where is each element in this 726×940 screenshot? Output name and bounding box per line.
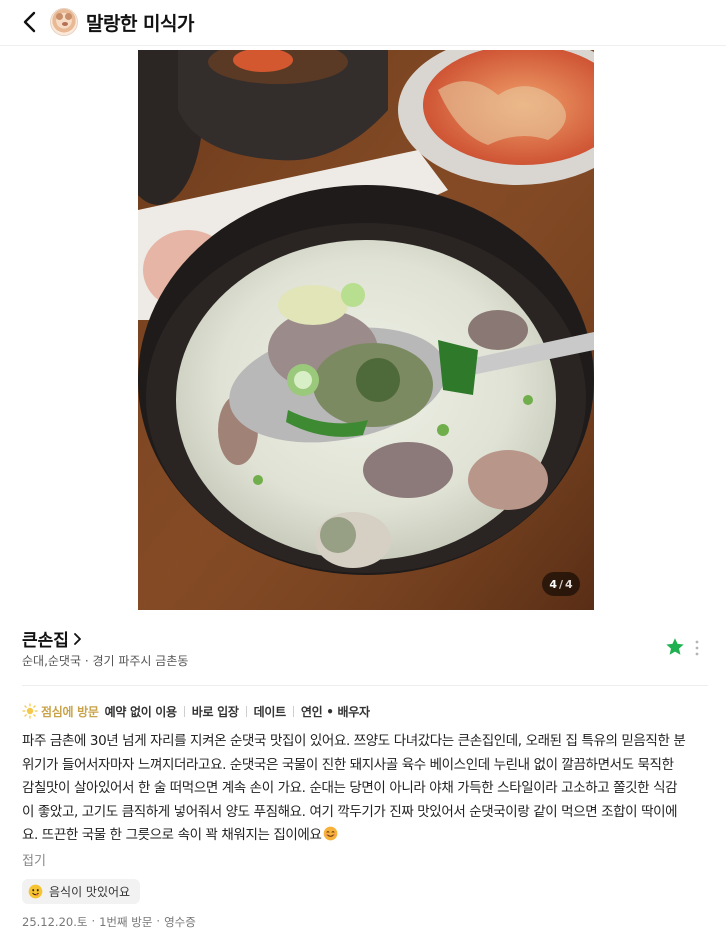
visit-count: 1번째 방문 xyxy=(99,915,153,929)
tag-divider xyxy=(292,705,294,717)
visit-footer: 25.12.20.토 · 1번째 방문 · 영수증 xyxy=(22,914,196,930)
pager-total: 4 xyxy=(565,577,573,591)
chevron-left-icon[interactable] xyxy=(18,9,44,35)
visit-tags: 점심에 방문 예약 없이 이용 바로 입장 데이트 연인 • 배우자 xyxy=(22,702,370,720)
chevron-right-icon xyxy=(74,632,81,645)
footer-separator: · xyxy=(156,914,161,928)
place-name[interactable]: 큰손집 xyxy=(22,626,69,651)
tag-divider xyxy=(183,705,185,717)
visit-date: 25.12.20.토 xyxy=(22,915,88,929)
smiling-face-icon xyxy=(324,826,338,841)
review-text: 파주 금촌에 30년 넘게 자리를 지켜온 순댓국 맛집이 있어요. 쯔양도 다… xyxy=(22,730,712,848)
profile-name[interactable]: 말랑한 미식가 xyxy=(86,9,195,36)
receipt-label[interactable]: 영수증 xyxy=(164,914,196,930)
place-meta: 순대,순댓국 · 경기 파주시 금촌동 xyxy=(22,654,189,668)
yummy-emoji-icon xyxy=(28,884,43,899)
tag-item: 예약 없이 이용 xyxy=(104,704,178,719)
top-app-bar: 말랑한 미식가 xyxy=(0,0,726,46)
review-photo[interactable]: 4 / 4 xyxy=(138,50,594,610)
tag-item: 바로 입장 xyxy=(191,704,239,719)
sun-icon xyxy=(22,703,38,719)
tag-visit-time: 점심에 방문 xyxy=(41,704,99,719)
review-line: 이 좋았고, 고기도 큼직하게 넣어줘서 양도 푸짐해요. 여기 깍두기가 진짜… xyxy=(22,803,678,820)
place-name-link[interactable]: 큰손집 xyxy=(22,626,83,651)
hamster-avatar-icon[interactable] xyxy=(50,8,78,36)
food-photo-image xyxy=(138,50,594,610)
review-line: 위기가 들어서자마자 느껴지더라고요. 순댓국은 국물이 진한 돼지사골 육수 … xyxy=(22,756,674,773)
review-line-last: 요. 뜨끈한 국물 한 그릇으로 속이 꽉 채워지는 집이에요 xyxy=(22,824,712,848)
tag-item: 연인 • 배우자 xyxy=(300,704,370,719)
keyword-chip: 음식이 맛있어요 xyxy=(22,879,141,904)
footer-separator: · xyxy=(91,914,96,928)
tag-item: 데이트 xyxy=(253,704,287,719)
review-line: 감칠맛이 살아있어서 한 술 떠먹으면 계속 손이 가요. 순대는 당면이 아니… xyxy=(22,780,678,796)
pager-separator: / xyxy=(558,577,564,591)
pager-current: 4 xyxy=(549,577,557,591)
tag-divider xyxy=(245,705,247,717)
fold-button[interactable]: 접기 xyxy=(22,850,46,869)
star-icon[interactable] xyxy=(664,636,686,658)
section-divider xyxy=(22,685,708,686)
photo-pager-badge: 4 / 4 xyxy=(542,572,580,596)
keyword-label: 음식이 맛있어요 xyxy=(49,885,131,899)
review-line: 파주 금촌에 30년 넘게 자리를 지켜온 순댓국 맛집이 있어요. 쯔양도 다… xyxy=(22,733,686,749)
review-line: 요. 뜨끈한 국물 한 그릇으로 속이 꽉 채워지는 집이에요 xyxy=(22,827,322,843)
more-vertical-icon[interactable] xyxy=(690,638,704,658)
